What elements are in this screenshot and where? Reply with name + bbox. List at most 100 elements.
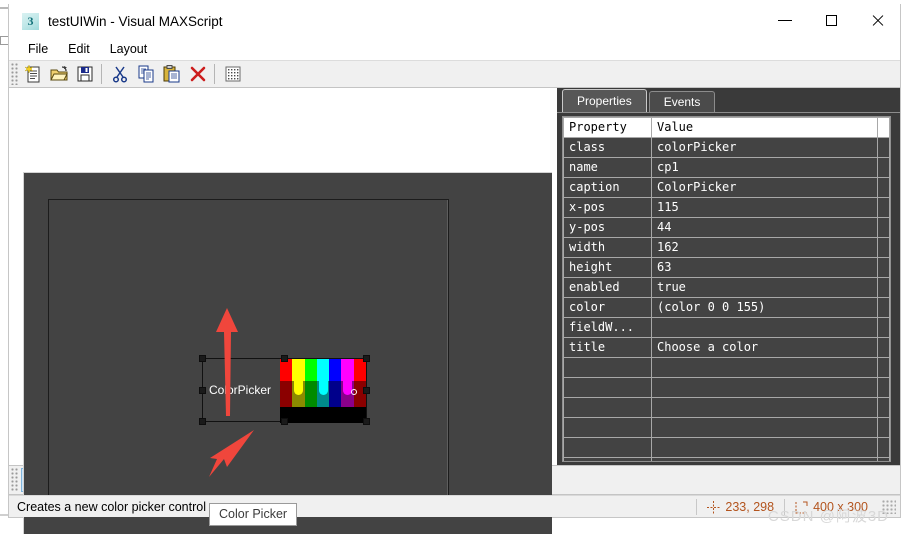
property-name-cell: enabled bbox=[563, 276, 652, 298]
properties-tab-bar: Properties Events bbox=[557, 88, 901, 112]
resize-handle-sw[interactable] bbox=[199, 418, 206, 425]
table-row[interactable] bbox=[563, 376, 891, 398]
maximize-button[interactable] bbox=[808, 4, 854, 37]
property-grid[interactable]: Property Value class colorPicker name cp1 ca… bbox=[562, 115, 892, 462]
table-row[interactable]: fieldW... bbox=[563, 316, 891, 338]
color-swatch[interactable] bbox=[280, 359, 366, 423]
menu-item-layout[interactable]: Layout bbox=[101, 40, 157, 58]
property-value-cell[interactable]: ColorPicker bbox=[650, 176, 879, 198]
resize-handle-s[interactable] bbox=[281, 418, 288, 425]
resize-handle-e[interactable] bbox=[363, 387, 370, 394]
table-row[interactable] bbox=[563, 456, 891, 461]
column-header-value: Value bbox=[650, 116, 879, 138]
crosshair-icon bbox=[707, 500, 721, 514]
table-row[interactable] bbox=[563, 396, 891, 418]
design-form-panel[interactable]: ColorPicker bbox=[48, 199, 449, 502]
property-name-cell bbox=[563, 356, 652, 378]
copy-button[interactable] bbox=[134, 62, 158, 86]
property-name-cell: x-pos bbox=[563, 196, 652, 218]
property-name-cell: fieldW... bbox=[563, 316, 652, 338]
tab-properties[interactable]: Properties bbox=[562, 89, 647, 112]
scissors-icon bbox=[112, 66, 128, 83]
resize-handle-se[interactable] bbox=[363, 418, 370, 425]
table-row[interactable]: caption ColorPicker bbox=[563, 176, 891, 198]
property-name-cell: height bbox=[563, 256, 652, 278]
toolbar-drag-grip[interactable] bbox=[11, 63, 19, 85]
close-button[interactable] bbox=[854, 4, 900, 37]
property-table: Property Value class colorPicker name cp1 ca… bbox=[563, 116, 891, 461]
property-value-cell[interactable]: true bbox=[650, 276, 879, 298]
table-row[interactable]: width 162 bbox=[563, 236, 891, 258]
resize-handle-n[interactable] bbox=[281, 355, 288, 362]
cut-button[interactable] bbox=[108, 62, 132, 86]
property-spacer-cell bbox=[877, 196, 891, 218]
new-file-button[interactable] bbox=[21, 62, 45, 86]
property-spacer-cell bbox=[877, 356, 891, 378]
property-spacer-cell bbox=[877, 296, 891, 318]
property-spacer-cell bbox=[877, 176, 891, 198]
table-row[interactable]: height 63 bbox=[563, 256, 891, 278]
design-canvas[interactable]: ColorPicker bbox=[23, 172, 552, 534]
property-value-cell[interactable]: 63 bbox=[650, 256, 879, 278]
toolbar-separator-2 bbox=[214, 64, 215, 84]
property-value-cell[interactable] bbox=[650, 376, 879, 398]
menu-item-file[interactable]: File bbox=[19, 40, 57, 58]
property-value-cell[interactable]: (color 0 0 155) bbox=[650, 296, 879, 318]
property-value-cell[interactable] bbox=[650, 316, 879, 338]
property-name-cell bbox=[563, 416, 652, 438]
property-value-cell[interactable] bbox=[650, 416, 879, 438]
table-header-row: Property Value bbox=[563, 116, 891, 138]
property-value-cell[interactable]: cp1 bbox=[650, 156, 879, 178]
minimize-button[interactable] bbox=[762, 4, 808, 37]
table-row[interactable]: class colorPicker bbox=[563, 136, 891, 158]
open-file-button[interactable] bbox=[47, 62, 71, 86]
property-spacer-cell bbox=[877, 336, 891, 358]
table-row[interactable] bbox=[563, 416, 891, 438]
paste-button[interactable] bbox=[160, 62, 184, 86]
save-file-button[interactable] bbox=[73, 62, 97, 86]
resize-handle-ne[interactable] bbox=[363, 355, 370, 362]
palette-drag-grip[interactable] bbox=[11, 468, 19, 492]
property-value-cell[interactable]: 162 bbox=[650, 236, 879, 258]
property-value-cell[interactable]: 44 bbox=[650, 216, 879, 238]
menu-item-edit[interactable]: Edit bbox=[59, 40, 99, 58]
open-folder-icon bbox=[50, 66, 68, 81]
new-file-icon bbox=[24, 64, 40, 83]
tab-events[interactable]: Events bbox=[648, 91, 716, 112]
table-row[interactable] bbox=[563, 436, 891, 458]
property-value-cell[interactable] bbox=[650, 356, 879, 378]
property-name-cell: caption bbox=[563, 176, 652, 198]
property-value-cell[interactable]: 115 bbox=[650, 196, 879, 218]
copy-icon bbox=[138, 65, 154, 83]
grid-button[interactable] bbox=[221, 62, 245, 86]
colorpicker-frame[interactable]: ColorPicker bbox=[202, 358, 367, 423]
minimize-icon bbox=[778, 20, 792, 21]
property-spacer-cell bbox=[877, 376, 891, 398]
table-row[interactable]: name cp1 bbox=[563, 156, 891, 178]
table-row[interactable]: x-pos 115 bbox=[563, 196, 891, 218]
table-row[interactable]: y-pos 44 bbox=[563, 216, 891, 238]
resize-handle-w[interactable] bbox=[199, 387, 206, 394]
colorpicker-control[interactable]: ColorPicker bbox=[199, 355, 370, 425]
property-name-cell bbox=[563, 456, 652, 461]
property-value-cell[interactable] bbox=[650, 436, 879, 458]
work-area: ColorPicker Properties Events Property V… bbox=[9, 88, 901, 534]
table-row[interactable]: enabled true bbox=[563, 276, 891, 298]
property-value-cell[interactable] bbox=[650, 396, 879, 418]
swatch-cursor-icon bbox=[351, 389, 357, 395]
caption-button-group bbox=[762, 4, 900, 37]
property-value-cell[interactable] bbox=[650, 456, 879, 461]
property-spacer-cell bbox=[877, 396, 891, 418]
delete-button[interactable] bbox=[186, 62, 210, 86]
visual-maxscript-window: 3 testUIWin - Visual MAXScript File Edit… bbox=[8, 4, 901, 534]
main-toolbar bbox=[9, 60, 900, 88]
table-row[interactable]: title Choose a color bbox=[563, 336, 891, 358]
properties-panel: Properties Events Property Value class co… bbox=[556, 88, 901, 465]
property-value-cell[interactable]: colorPicker bbox=[650, 136, 879, 158]
table-row[interactable] bbox=[563, 356, 891, 378]
property-value-cell[interactable]: Choose a color bbox=[650, 336, 879, 358]
property-spacer-cell bbox=[877, 136, 891, 158]
property-name-cell: width bbox=[563, 236, 652, 258]
table-row[interactable]: color (color 0 0 155) bbox=[563, 296, 891, 318]
resize-handle-nw[interactable] bbox=[199, 355, 206, 362]
